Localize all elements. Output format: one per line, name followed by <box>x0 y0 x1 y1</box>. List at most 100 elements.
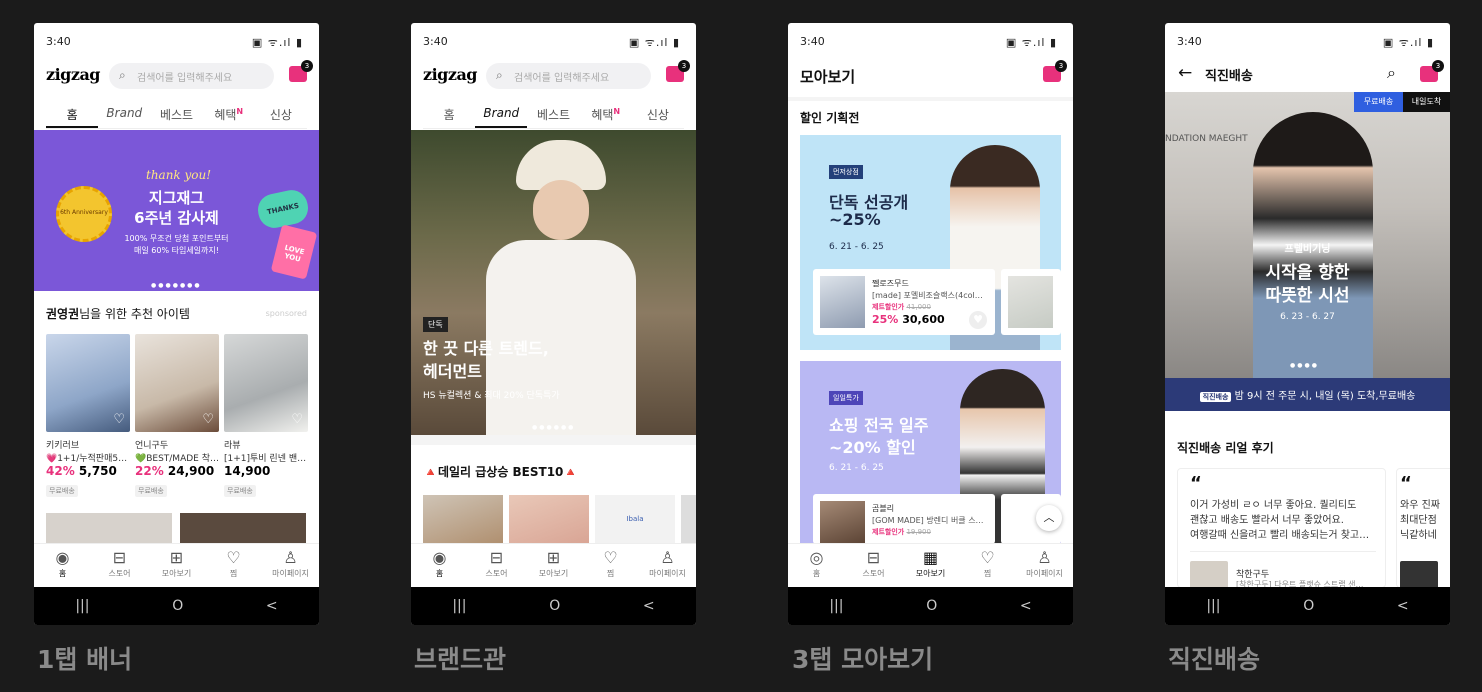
nav-mypage[interactable]: ♙ 마이페이지 <box>639 544 696 587</box>
quote-icon: “ <box>1190 473 1202 494</box>
home-circle-icon[interactable]: O <box>172 598 183 614</box>
review-card[interactable]: “ 이거 가성비 ㄹㅇ 너무 좋아요. 퀄리티도 괜찮고 배송도 빨라서 너무 … <box>1177 468 1386 588</box>
top-tabs: 홈 Brand 베스트 혜택N 신상 <box>46 103 307 129</box>
new-badge: N <box>236 107 244 116</box>
product-price: 14,900 <box>224 464 271 478</box>
promo-card[interactable]: 먼저상점 단독 선공개 ~25% 6. 21 - 6. 25 쩰로즈무드 [ma… <box>800 135 1061 350</box>
product-mini-card[interactable] <box>1001 269 1061 335</box>
search-input[interactable]: ⌕ 검색어를 입력해주세요 <box>486 63 651 89</box>
anniversary-banner[interactable]: thank you! 지그재그 6주년 감사제 100% 무조건 당첨 포인트부… <box>34 130 319 291</box>
caption-1: 1탭 배너 <box>37 645 133 674</box>
status-time: 3:40 <box>1177 35 1202 48</box>
banner-pagination: ●●●●●● <box>532 424 576 431</box>
back-arrow-icon[interactable]: ← <box>1178 63 1192 83</box>
product-thumb[interactable]: Ibala <box>595 495 675 543</box>
product-thumb[interactable] <box>681 495 696 543</box>
back-icon[interactable]: < <box>1397 598 1409 614</box>
tab-new[interactable]: 신상 <box>632 103 684 128</box>
brand-banner[interactable]: 단독 한 끗 다른 트렌드, 헤더먼트 HS 뉴컬렉션 & 최대 20% 단독특… <box>411 130 696 435</box>
delivery-info-strip[interactable]: 직진배송 밤 9시 전 주문 시, 내일 (목) 도착,무료배송 <box>1165 378 1450 411</box>
delivery-banner[interactable]: NDATION MAEGHT 무료배송 내일도착 프렐비기닝 시작을 향한 따뜻… <box>1165 92 1450 378</box>
cart-badge: 3 <box>301 60 313 72</box>
tab-best[interactable]: 베스트 <box>150 103 202 128</box>
nav-store[interactable]: ⊟ 스토어 <box>468 544 525 587</box>
product-thumb[interactable] <box>423 495 503 543</box>
cart-icon[interactable]: 3 <box>289 60 313 82</box>
status-icons: ▣ ᯤ.ıl ▮ <box>251 36 303 49</box>
back-icon[interactable]: < <box>266 598 278 614</box>
product-brand: 라뷰 <box>224 441 241 451</box>
nav-store[interactable]: ⊟ 스토어 <box>845 544 902 587</box>
tab-new[interactable]: 신상 <box>255 103 307 128</box>
person-icon: ♙ <box>660 548 675 567</box>
nav-home[interactable]: ◎ 홈 <box>788 544 845 587</box>
zigzag-logo[interactable]: zigzag <box>46 65 101 84</box>
tab-benefit[interactable]: 혜택N <box>580 103 632 128</box>
anniversary-seal: 6th Anniversary <box>56 186 112 242</box>
product-mini-card[interactable]: 곰블리 [GOM MADE] 방렌디 버클 스… 제트할인가 19,900 <box>813 494 995 543</box>
product-card[interactable]: ♡ 키키러브 💗1+1/누적판매5… 42% 5,750 무료배송 <box>46 334 130 497</box>
back-icon[interactable]: < <box>1020 598 1032 614</box>
nav-collection[interactable]: ▦ 모아보기 <box>902 544 959 587</box>
heart-icon[interactable]: ♡ <box>202 412 214 427</box>
cart-icon[interactable]: 3 <box>1420 60 1444 82</box>
heart-icon: ♡ <box>603 548 618 567</box>
recents-icon[interactable]: ||| <box>829 598 843 614</box>
scroll-top-button[interactable]: ︿ <box>1036 505 1062 531</box>
nav-wishlist[interactable]: ♡ 찜 <box>582 544 639 587</box>
product-card[interactable]: ♡ 라뷰 [1+1]투비 린넨 밴… 14,900 무료배송 <box>224 334 308 497</box>
search-input[interactable]: ⌕ 검색어를 입력해주세요 <box>109 63 274 89</box>
home-circle-icon[interactable]: O <box>926 598 937 614</box>
product-brand: 곰블리 <box>872 504 895 513</box>
heart-icon[interactable]: ♥ <box>969 311 987 329</box>
tab-best[interactable]: 베스트 <box>527 103 579 128</box>
recents-icon[interactable]: ||| <box>75 598 89 614</box>
zet-price-row: 제트할인가 41,000 <box>872 302 931 312</box>
heart-icon[interactable]: ♡ <box>113 412 125 427</box>
cart-icon[interactable]: 3 <box>1043 60 1067 82</box>
review-text-2: 괜찮고 배송도 빨라서 너무 좋았어요. <box>1190 515 1344 526</box>
tab-benefit-label: 혜택 <box>214 108 237 122</box>
status-time: 3:40 <box>800 35 825 48</box>
tab-home[interactable]: 홈 <box>423 103 475 128</box>
nav-store[interactable]: ⊟ 스토어 <box>91 544 148 587</box>
nav-mypage[interactable]: ♙ 마이페이지 <box>262 544 319 587</box>
cart-badge: 3 <box>1055 60 1067 72</box>
home-circle-icon[interactable]: O <box>549 598 560 614</box>
tab-benefit[interactable]: 혜택N <box>203 103 255 128</box>
nav-home-label: 홈 <box>812 569 821 578</box>
zigzag-logo[interactable]: zigzag <box>423 65 478 84</box>
nav-mypage[interactable]: ♙ 마이페이지 <box>1016 544 1073 587</box>
tab-brand[interactable]: Brand <box>475 103 528 128</box>
heart-icon: ♡ <box>226 548 241 567</box>
search-placeholder: 검색어를 입력해주세요 <box>514 73 610 84</box>
banner-date: 6. 23 - 6. 27 <box>1280 312 1335 322</box>
home-circle-icon[interactable]: O <box>1303 598 1314 614</box>
nav-home[interactable]: ◉ 홈 <box>34 544 91 587</box>
nav-wishlist[interactable]: ♡ 찜 <box>205 544 262 587</box>
heart-icon[interactable]: ♡ <box>291 412 303 427</box>
search-placeholder: 검색어를 입력해주세요 <box>137 73 233 84</box>
recents-icon[interactable]: ||| <box>1206 598 1220 614</box>
product-thumb[interactable] <box>509 495 589 543</box>
nav-wishlist[interactable]: ♡ 찜 <box>959 544 1016 587</box>
nav-collection[interactable]: ⊞ 모아보기 <box>148 544 205 587</box>
person-icon: ♙ <box>1037 548 1052 567</box>
status-bar: 3:40 ▣ ᯤ.ıl ▮ <box>411 23 696 61</box>
nav-collection[interactable]: ⊞ 모아보기 <box>525 544 582 587</box>
back-icon[interactable]: < <box>643 598 655 614</box>
tab-brand[interactable]: Brand <box>98 103 150 128</box>
nav-home[interactable]: ◉ 홈 <box>411 544 468 587</box>
promo-card[interactable]: 일일특가 쇼핑 전국 일주 ~20% 할인 6. 21 - 6. 25 곰블리 … <box>800 361 1061 543</box>
search-icon[interactable]: ⌕ <box>1387 63 1396 83</box>
nav-wishlist-label: 찜 <box>229 569 238 578</box>
product-mini-card[interactable]: 쩰로즈무드 [made] 포멜비조슬랙스(4col… 제트할인가 41,000 … <box>813 269 995 335</box>
product-card[interactable]: ♡ 언니구두 💚BEST/MADE 착… 22% 24,900 무료배송 <box>135 334 219 497</box>
review-card[interactable]: “ 와우 진짜 최대단점 닉같하네 <box>1396 468 1450 588</box>
product-brand: 키키러브 <box>46 441 80 451</box>
cart-icon[interactable]: 3 <box>666 60 690 82</box>
original-price: 19,900 <box>906 528 931 536</box>
tab-home[interactable]: 홈 <box>46 103 99 128</box>
recents-icon[interactable]: ||| <box>452 598 466 614</box>
product-name: [1+1]투비 린넨 밴… <box>224 454 307 464</box>
